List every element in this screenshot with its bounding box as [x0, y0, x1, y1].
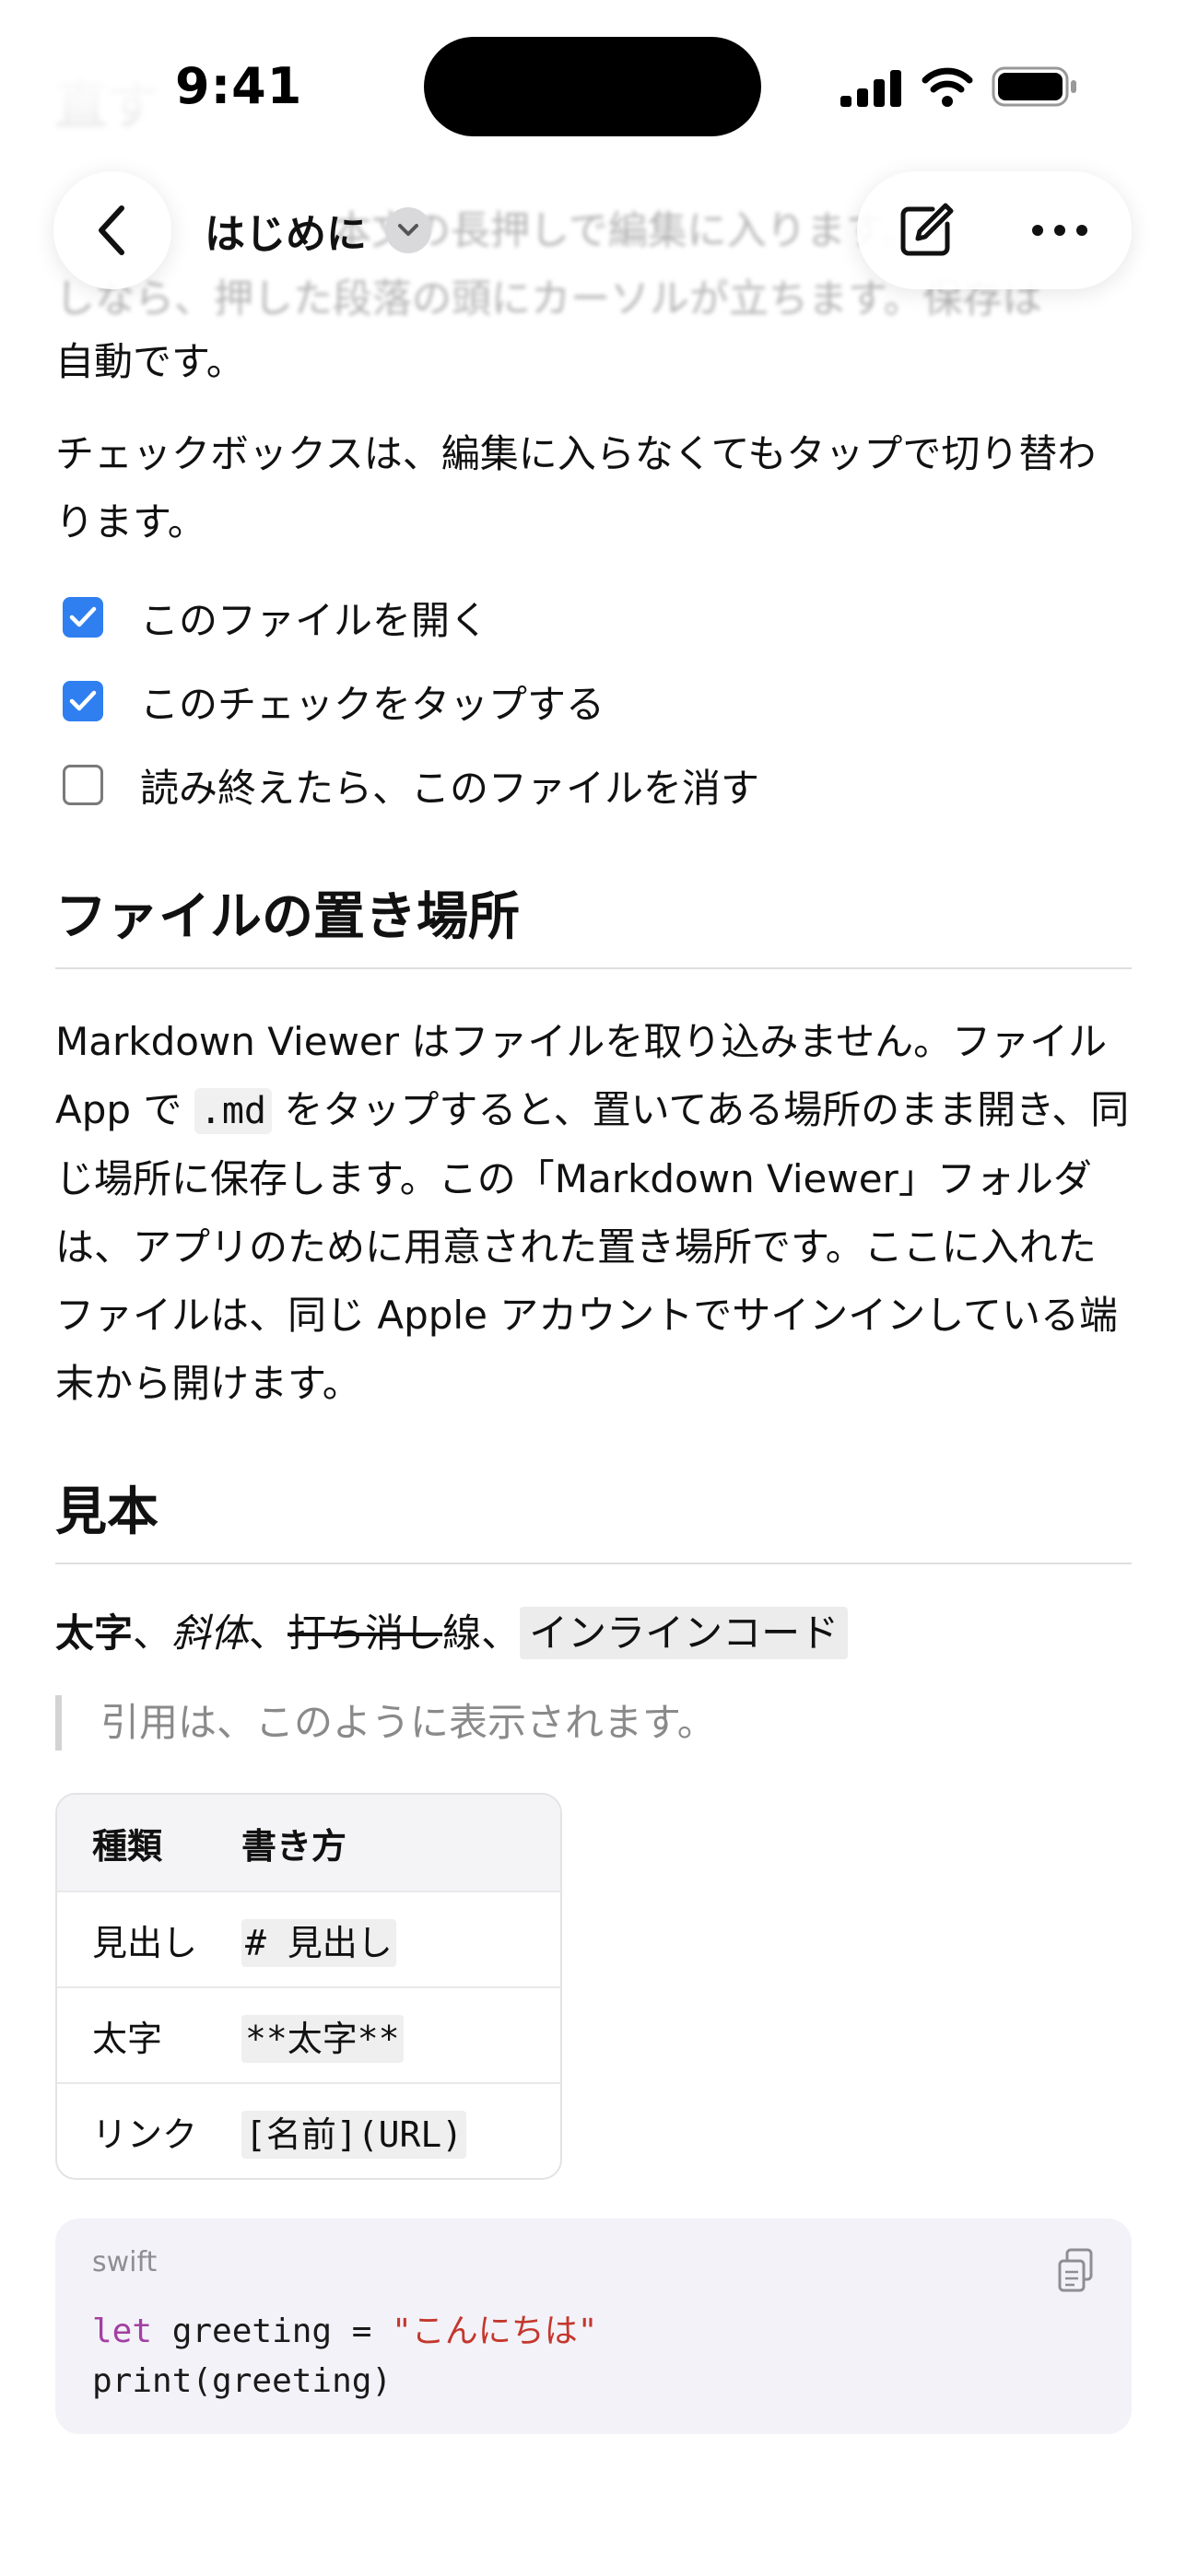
table-row: 太字 **太字** — [57, 1986, 560, 2082]
table-header-cell: 種類 — [92, 1825, 163, 1867]
table-row: 見出し # 見出し — [57, 1891, 560, 1986]
toolbar-actions — [857, 171, 1132, 289]
table-header-cell: 書き方 — [241, 1825, 347, 1867]
italic-text: 斜体 — [171, 1610, 250, 1656]
table-cell-code: [名前](URL) — [241, 2110, 467, 2159]
checklist-item-label: このファイルを開く — [140, 597, 489, 643]
markdown-table: 種類 書き方 見出し # 見出し 太字 **太字** リンク [名前](URL) — [55, 1793, 562, 2180]
table-cell: 太字 — [92, 2018, 163, 2059]
wifi-icon — [922, 67, 973, 107]
paragraph-checkbox-info: チェックボックスは、編集に入らなくてもタップで切り替わります。 — [55, 431, 1097, 544]
checklist-item-label: このチェックをタップする — [140, 681, 605, 727]
battery-icon — [992, 66, 1076, 107]
checklist-item[interactable]: 読み終えたら、このファイルを消す — [63, 757, 759, 813]
table-cell-code: # 見出し — [241, 1918, 396, 1967]
checklist-item[interactable]: このチェックをタップする — [63, 673, 605, 729]
ellipsis-icon — [1032, 225, 1087, 236]
checkmark-icon — [69, 606, 97, 627]
dynamic-island — [424, 37, 761, 136]
table-header-row: 種類 書き方 — [57, 1795, 560, 1891]
checkbox-unchecked[interactable] — [63, 765, 103, 805]
checkbox-checked[interactable] — [63, 597, 103, 638]
status-time: 9:41 — [175, 57, 303, 115]
checkbox-checked[interactable] — [63, 681, 103, 721]
compose-icon — [900, 203, 954, 256]
blockquote: 引用は、このように表示されます。 — [55, 1695, 716, 1751]
table-cell-code: **太字** — [241, 2014, 404, 2063]
screen: 直す 本文の長押しで編集に入ります。 しなら、押した段落の頭にカーソルが立ちます… — [0, 0, 1186, 2576]
back-button[interactable] — [53, 171, 171, 289]
section-heading-location: ファイルの置き場所 — [55, 881, 1132, 969]
inline-code: インラインコード — [520, 1607, 849, 1659]
checklist-item-label: 読み終えたら、このファイルを消す — [140, 765, 760, 811]
code-block: swift let greeting = "こんにちは" print(greet… — [55, 2219, 1132, 2434]
status-bar: 9:41 — [0, 0, 1186, 175]
paragraph-location: Markdown Viewer はファイルを取り込みません。ファイル App で… — [55, 1019, 1130, 1406]
edit-button[interactable] — [885, 190, 968, 271]
checkmark-icon — [69, 690, 97, 711]
chevron-down-icon — [385, 207, 431, 253]
table-row: リンク [名前](URL) — [57, 2082, 560, 2178]
table-cell: リンク — [92, 2113, 198, 2155]
code-language-label: swift — [92, 2246, 158, 2278]
document-title-menu[interactable]: はじめに — [205, 193, 431, 267]
checklist-item[interactable]: このファイルを開く — [63, 590, 488, 645]
table-cell: 見出し — [92, 1922, 198, 1963]
paragraph-autosave: 自動です。 — [55, 339, 245, 384]
cellular-signal-icon — [840, 70, 901, 107]
code-text: let greeting = "こんにちは" print(greeting) — [92, 2313, 598, 2400]
section-heading-sample: 見本 — [55, 1476, 1132, 1564]
copy-icon[interactable] — [1054, 2246, 1098, 2296]
more-button[interactable] — [1014, 190, 1106, 271]
document-title: はじめに — [205, 211, 367, 258]
chevron-left-icon — [99, 205, 124, 255]
inline-code: .md — [194, 1088, 273, 1134]
strikethrough-text: 打ち消し — [288, 1610, 443, 1656]
formatting-sample: 太字、斜体、打ち消し線、 インラインコード — [55, 1601, 849, 1666]
bold-text: 太字 — [55, 1610, 134, 1656]
